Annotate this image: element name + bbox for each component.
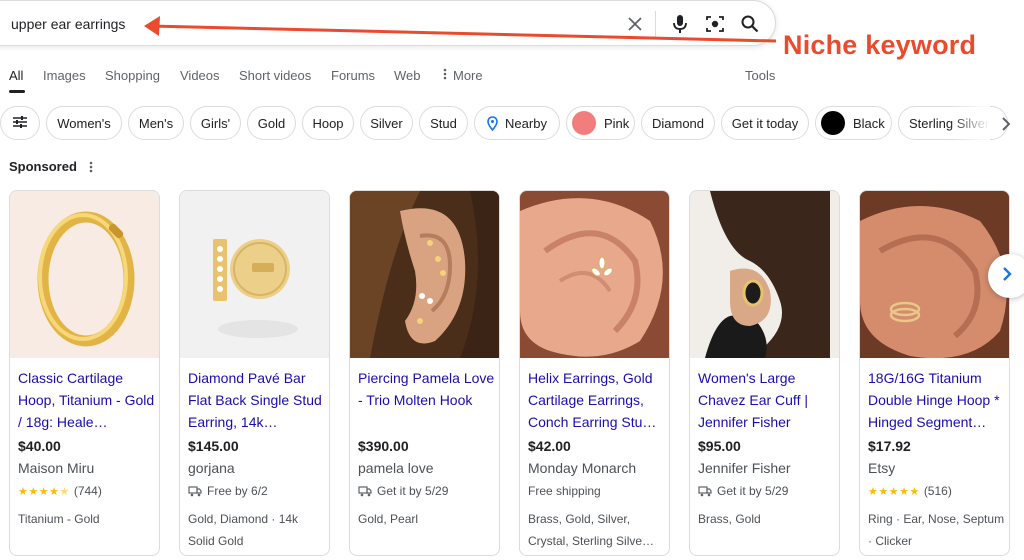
product-rating: ★★★★★ (516)	[868, 484, 952, 498]
chip-pink-label: Pink	[604, 115, 630, 131]
product-attributes: Brass, Gold	[698, 512, 761, 526]
filter-chips: Women's Men's Girls' Gold Hoop Silver St…	[0, 106, 1024, 142]
product-card[interactable]: Classic Cartilage Hoop, Titanium - Gold …	[9, 190, 160, 556]
delivery-truck-icon	[358, 485, 372, 497]
chip-gold[interactable]: Gold	[247, 106, 296, 140]
product-card[interactable]: Helix Earrings, Gold Cartilage Earrings,…	[519, 190, 670, 556]
tab-more-label: More	[453, 68, 483, 83]
product-attributes: Ring · Ear, Nose, Septum · Clicker	[868, 512, 1005, 548]
chips-fade	[950, 106, 990, 140]
product-seller: Monday Monarch	[528, 460, 637, 476]
annotation-arrow	[144, 16, 777, 43]
chip-diamond[interactable]: Diamond	[641, 106, 715, 140]
product-seller: Jennifer Fisher	[698, 460, 791, 476]
product-delivery: Free by 6/2	[188, 484, 268, 498]
chip-black[interactable]: Black	[815, 106, 892, 140]
product-seller: pamela love	[358, 460, 434, 476]
chip-womens[interactable]: Women's	[46, 106, 122, 140]
chevron-right-icon	[1002, 266, 1012, 287]
carousel-next-button[interactable]	[988, 254, 1024, 298]
product-rating: ★★★★★ (744)	[18, 484, 102, 498]
product-price: $40.00	[18, 438, 61, 454]
chip-black-label: Black	[853, 115, 885, 131]
product-price: $17.92	[868, 438, 911, 454]
product-attributes: Gold, Pearl	[358, 512, 419, 526]
active-tab-indicator	[9, 90, 25, 93]
tab-forums[interactable]: Forums	[331, 68, 375, 83]
delivery-text: Free by 6/2	[207, 484, 268, 498]
tab-images[interactable]: Images	[43, 68, 86, 83]
tab-videos[interactable]: Videos	[180, 68, 220, 83]
product-image-helix-earring	[520, 191, 669, 358]
product-image-ear-cuff	[690, 191, 839, 358]
review-count: (744)	[73, 484, 102, 498]
review-count: (516)	[923, 484, 952, 498]
chip-silver[interactable]: Silver	[360, 106, 413, 140]
delivery-truck-icon	[188, 485, 202, 497]
tab-web[interactable]: Web	[394, 68, 421, 83]
product-price: $390.00	[358, 438, 409, 454]
product-price: $95.00	[698, 438, 741, 454]
product-card[interactable]: Diamond Pavé Bar Flat Back Single Stud E…	[179, 190, 330, 556]
chip-scroll-right-icon[interactable]	[994, 112, 1018, 136]
product-seller: gorjana	[188, 460, 235, 476]
product-title[interactable]: Piercing Pamela Love - Trio Molten Hook	[358, 367, 496, 411]
delivery-text: Get it by 5/29	[377, 484, 449, 498]
product-seller: Etsy	[868, 460, 896, 476]
chip-girls[interactable]: Girls'	[190, 106, 241, 140]
chip-pink[interactable]: Pink	[566, 106, 635, 140]
product-attributes: Gold, Diamond · 14k Solid Gold	[188, 512, 299, 548]
product-delivery: Get it by 5/29	[698, 484, 788, 498]
product-attributes: Brass, Gold, Silver, Crystal, Sterling S…	[528, 512, 655, 548]
more-vertical-icon	[443, 68, 447, 83]
rating-stars-icon: ★★★★★	[868, 485, 920, 498]
filter-settings-button[interactable]	[0, 106, 40, 140]
location-pin-icon	[487, 115, 498, 131]
chip-nearby-label: Nearby	[505, 115, 547, 131]
tab-shopping[interactable]: Shopping	[105, 68, 160, 83]
chip-mens[interactable]: Men's	[128, 106, 184, 140]
product-carousel: Classic Cartilage Hoop, Titanium - Gold …	[0, 190, 1024, 560]
product-image-gold-hoop	[10, 191, 159, 358]
shipping-text: Free shipping	[528, 484, 601, 498]
product-price: $42.00	[528, 438, 571, 454]
pink-swatch	[572, 111, 596, 135]
sponsored-more-icon[interactable]	[84, 158, 98, 176]
delivery-truck-icon	[698, 485, 712, 497]
sponsored-label: Sponsored	[9, 159, 77, 174]
product-image-pave-bar-stud	[180, 191, 329, 358]
product-title[interactable]: Women's Large Chavez Ear Cuff | Jennifer…	[698, 367, 836, 433]
delivery-text: Get it by 5/29	[717, 484, 789, 498]
tools-button[interactable]: Tools	[745, 68, 775, 83]
product-card[interactable]: 18G/16G Titanium Double Hinge Hoop * Hin…	[859, 190, 1010, 556]
annotation-label: Niche keyword	[783, 30, 977, 60]
chip-hoop[interactable]: Hoop	[302, 106, 354, 140]
product-price: $145.00	[188, 438, 239, 454]
chip-stud[interactable]: Stud	[419, 106, 468, 140]
black-swatch	[821, 111, 845, 135]
product-card[interactable]: Piercing Pamela Love - Trio Molten Hook …	[349, 190, 500, 556]
tab-more[interactable]: More	[443, 68, 483, 83]
product-title[interactable]: Classic Cartilage Hoop, Titanium - Gold …	[18, 367, 156, 433]
product-attributes: Titanium - Gold	[18, 512, 100, 526]
product-image-ear-piercings	[350, 191, 499, 358]
product-card[interactable]: Women's Large Chavez Ear Cuff | Jennifer…	[689, 190, 840, 556]
product-shipping: Free shipping	[528, 484, 601, 498]
product-title[interactable]: 18G/16G Titanium Double Hinge Hoop * Hin…	[868, 367, 1006, 433]
chip-get-it-today[interactable]: Get it today	[721, 106, 809, 140]
product-seller: Maison Miru	[18, 460, 95, 476]
chip-nearby[interactable]: Nearby	[474, 106, 560, 140]
filter-sliders-icon	[12, 115, 28, 132]
rating-stars-icon: ★★★★★	[18, 485, 70, 498]
search-tabs: All Images Shopping Videos Short videos …	[0, 68, 1024, 93]
product-delivery: Get it by 5/29	[358, 484, 448, 498]
tab-short-videos[interactable]: Short videos	[239, 68, 311, 83]
product-title[interactable]: Diamond Pavé Bar Flat Back Single Stud E…	[188, 367, 326, 433]
product-title[interactable]: Helix Earrings, Gold Cartilage Earrings,…	[528, 367, 666, 433]
tab-all[interactable]: All	[9, 68, 23, 83]
